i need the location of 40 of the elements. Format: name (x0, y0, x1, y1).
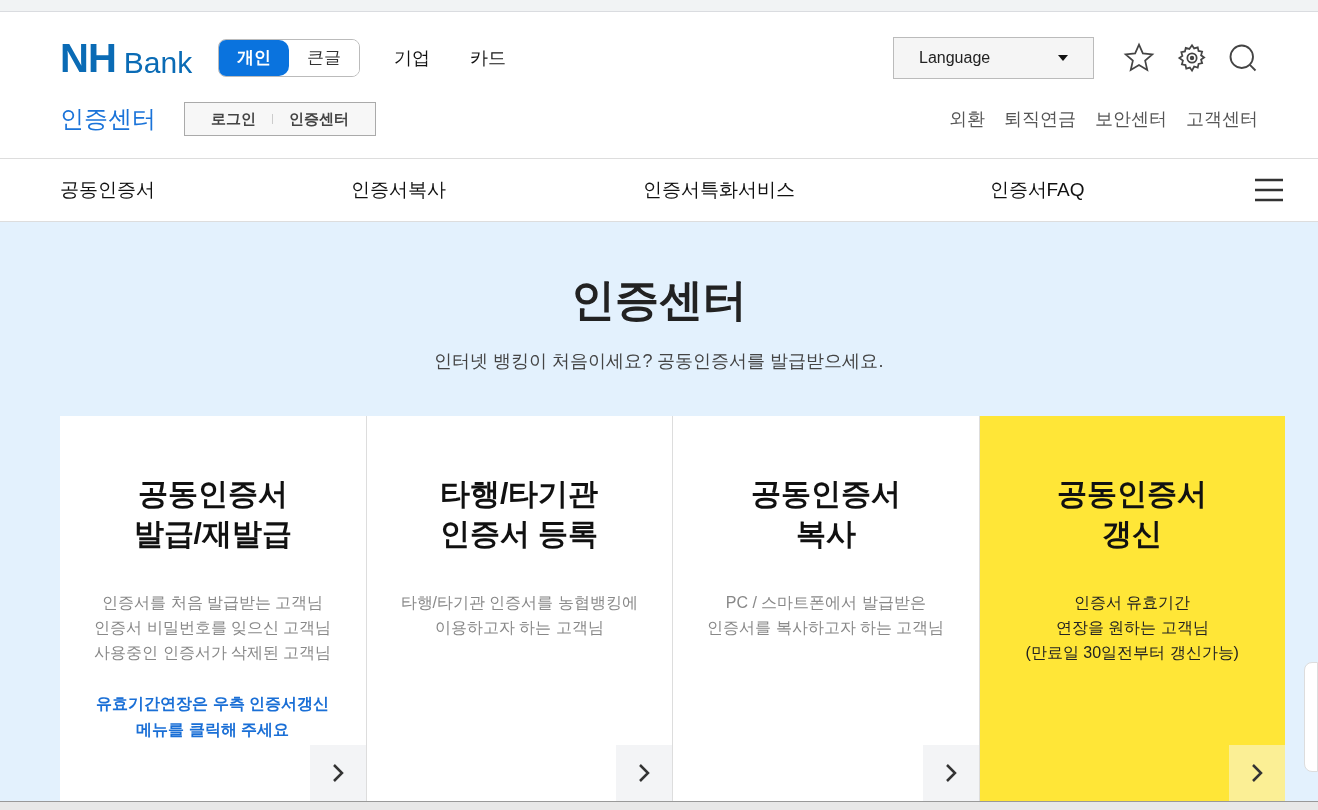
card-description: 인증서를 처음 발급받는 고객님 인증서 비밀번호를 잊으신 고객님 사용중인 인증서가 삭제된 고객님 (94, 593, 332, 663)
service-card[interactable]: 공동인증서 복사 PC / 스마트폰에서 발급받은 인증서를 복사하고자 하는 고객님 (673, 416, 979, 801)
service-card[interactable]: 공동인증서 갱신 인증서 유효기간 연장을 원하는 고객님 (만료일 30일전부터 갱신가능) (979, 416, 1285, 801)
caret-down-icon (1058, 55, 1068, 61)
chevron-right-icon (944, 763, 957, 783)
star-icon[interactable] (1122, 42, 1156, 74)
card-description: 타행/타기관 인증서를 농협뱅킹에 이용하고자 하는 고객님 (400, 593, 638, 638)
nav-menu-item[interactable]: 공동인증서 (60, 175, 337, 205)
card-title: 공동인증서 발급/재발급 (133, 476, 292, 552)
language-select[interactable]: Language (893, 37, 1094, 79)
search-icon[interactable] (1228, 42, 1258, 74)
hero-title: 인증센터 (571, 278, 747, 322)
hero-subtitle: 인터넷 뱅킹이 처음이세요? 공동인증서를 발급받으세요. (434, 350, 884, 373)
card-title: 타행/타기관 인증서 등록 (440, 476, 599, 552)
utility-link[interactable]: 고객센터 (1186, 105, 1258, 133)
mode-tab[interactable]: 개인 (219, 40, 290, 76)
utility-link[interactable]: 외환 (949, 105, 985, 133)
card-title: 공동인증서 복사 (750, 476, 901, 552)
service-card[interactable]: 공동인증서 발급/재발급 인증서를 처음 발급받는 고객님 인증서 비밀번호를 잊으신 고객님 사용중인 인증서가 삭제된 고객님 유효기간연장은 우측 인증서갱신 메뉴를 클릭해 주세요 (60, 416, 366, 801)
chevron-right-icon (1251, 763, 1263, 783)
breadcrumb-link[interactable]: 로그인 (211, 107, 256, 131)
utility-link[interactable]: 퇴직연금 (1004, 105, 1076, 133)
top-nav-link[interactable]: 카드 (470, 44, 507, 72)
card-title: 공동인증서 갱신 (1057, 476, 1208, 552)
card-description: 인증서 유효기간 연장을 원하는 고객님 (만료일 30일전부터 갱신가능) (1025, 593, 1239, 663)
utility-link[interactable]: 보안센터 (1095, 105, 1167, 133)
nav-menu-item[interactable]: 인증서복사 (350, 175, 613, 205)
menu-icon[interactable] (1254, 178, 1284, 202)
nh-bank-logo[interactable]: NH Bank (60, 38, 193, 78)
top-nav-link[interactable]: 기업 (394, 44, 431, 72)
chevron-right-icon (331, 763, 344, 783)
card-description: PC / 스마트폰에서 발급받은 인증서를 복사하고자 하는 고객님 (707, 593, 945, 638)
breadcrumb-link[interactable]: 인증센터 (289, 107, 349, 131)
section-title: 인증센터 (60, 104, 156, 134)
nav-menu-item[interactable]: 인증서특화서비스 (643, 175, 890, 205)
card-note: 유효기간연장은 우측 인증서갱신 메뉴를 클릭해 주세요 (96, 694, 330, 740)
service-card[interactable]: 타행/타기관 인증서 등록 타행/타기관 인증서를 농협뱅킹에 이용하고자 하는 고객님 (366, 416, 672, 801)
settings-icon[interactable] (1176, 42, 1208, 74)
nav-menu-item[interactable]: 인증서FAQ (989, 175, 1166, 205)
chevron-right-icon (638, 763, 650, 783)
